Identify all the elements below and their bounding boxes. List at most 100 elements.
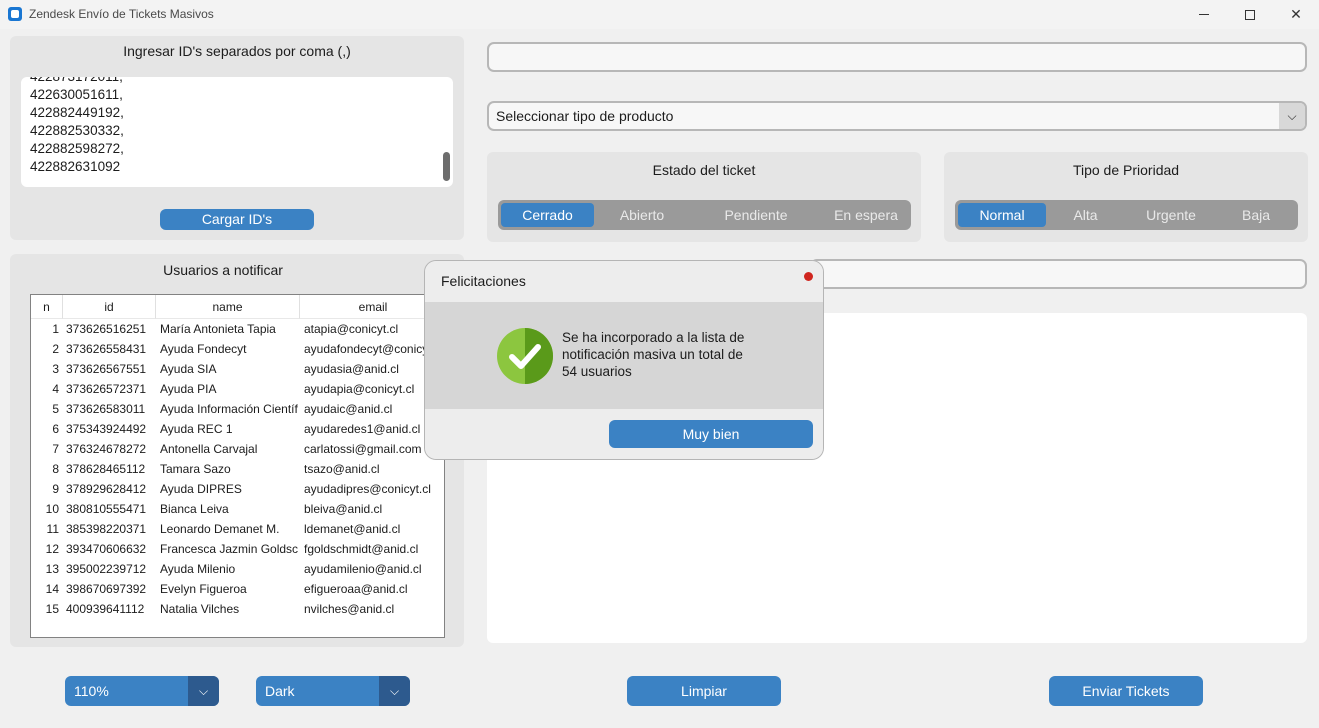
table-row[interactable]: 13 395002239712 Ayuda Milenio ayudamilenio@… bbox=[31, 559, 444, 579]
cell-email: nvilches@anid.cl bbox=[304, 602, 395, 616]
cell-id: 373626567551 bbox=[66, 362, 147, 376]
table-row[interactable]: 9 378929628412 Ayuda DIPRES ayudadipres@con… bbox=[31, 479, 444, 499]
dialog-message: Se ha incorporado a la lista de notifica… bbox=[562, 330, 745, 379]
status-segmented: Cerrado Abierto Pendiente En espera bbox=[498, 200, 911, 230]
cell-id: 393470606632 bbox=[66, 542, 147, 556]
cell-id: 375343924492 bbox=[66, 422, 147, 436]
cell-n: 5 bbox=[52, 402, 59, 416]
cell-name: Ayuda SIA bbox=[160, 362, 217, 376]
status-option-en-espera[interactable]: En espera bbox=[816, 203, 916, 227]
cell-n: 4 bbox=[52, 382, 59, 396]
chevron-down-icon[interactable]: ⌵ bbox=[188, 676, 219, 706]
table-row[interactable]: 10 380810555471 Bianca Leiva bleiva@anid.cl bbox=[31, 499, 444, 519]
col-header-n[interactable]: n bbox=[31, 295, 63, 319]
status-option-abierto[interactable]: Abierto bbox=[597, 203, 687, 227]
theme-dropdown[interactable]: Dark ⌵ bbox=[256, 676, 410, 706]
cell-email: fgoldschmidt@anid.cl bbox=[304, 542, 419, 556]
users-table[interactable]: n id name email 1 373626516251 María Anton… bbox=[30, 294, 445, 638]
col-header-name[interactable]: name bbox=[156, 295, 300, 319]
cell-name: Ayuda DIPRES bbox=[160, 482, 242, 496]
table-row[interactable]: 4 373626572371 Ayuda PIA ayudapia@conicyt.c… bbox=[31, 379, 444, 399]
cell-id: 373626516251 bbox=[66, 322, 147, 336]
cell-name: Ayuda Milenio bbox=[160, 562, 236, 576]
cell-id: 373626558431 bbox=[66, 342, 147, 356]
app-icon bbox=[8, 7, 22, 21]
col-header-id[interactable]: id bbox=[63, 295, 156, 319]
status-option-cerrado[interactable]: Cerrado bbox=[501, 203, 594, 227]
cell-n: 10 bbox=[45, 502, 59, 516]
dialog-header: Felicitaciones bbox=[425, 261, 823, 302]
table-row[interactable]: 2 373626558431 Ayuda Fondecyt ayudafondecyt… bbox=[31, 339, 444, 359]
priority-segmented: Normal Alta Urgente Baja bbox=[955, 200, 1298, 230]
cell-n: 15 bbox=[45, 602, 59, 616]
table-row[interactable]: 8 378628465112 Tamara Sazo tsazo@anid.cl bbox=[31, 459, 444, 479]
priority-option-baja[interactable]: Baja bbox=[1217, 203, 1295, 227]
ids-line: 422882631092 bbox=[30, 159, 121, 174]
chevron-down-icon[interactable]: ⌵ bbox=[379, 676, 410, 706]
cell-name: Francesca Jazmin Goldschmidt bbox=[160, 542, 298, 556]
ids-line: 422873172011, bbox=[30, 77, 124, 86]
secondary-input[interactable] bbox=[810, 259, 1307, 289]
cell-n: 1 bbox=[52, 322, 59, 336]
cell-email: ayudamilenio@anid.cl bbox=[304, 562, 422, 576]
success-dialog: Felicitaciones Se ha incorporado a la li… bbox=[424, 260, 824, 460]
cell-n: 12 bbox=[45, 542, 59, 556]
product-type-value: Seleccionar tipo de producto bbox=[496, 108, 674, 124]
table-row[interactable]: 7 376324678272 Antonella Carvajal carlatoss… bbox=[31, 439, 444, 459]
dialog-title: Felicitaciones bbox=[441, 273, 526, 289]
cell-name: Leonardo Demanet M. bbox=[160, 522, 280, 536]
title-bar: Zendesk Envío de Tickets Masivos ✕ bbox=[0, 0, 1319, 29]
window-title: Zendesk Envío de Tickets Masivos bbox=[29, 7, 214, 21]
status-panel: Estado del ticket Cerrado Abierto Pendie… bbox=[487, 152, 921, 242]
cell-name: Ayuda PIA bbox=[160, 382, 217, 396]
clear-button[interactable]: Limpiar bbox=[627, 676, 781, 706]
cell-n: 7 bbox=[52, 442, 59, 456]
cell-n: 8 bbox=[52, 462, 59, 476]
cell-n: 6 bbox=[52, 422, 59, 436]
zoom-dropdown[interactable]: 110% ⌵ bbox=[65, 676, 219, 706]
cell-name: Tamara Sazo bbox=[160, 462, 231, 476]
ids-panel-title: Ingresar ID's separados por coma (,) bbox=[123, 43, 351, 59]
dialog-footer: Muy bien bbox=[425, 409, 823, 459]
cell-name: Ayuda Información Científica bbox=[160, 402, 298, 416]
send-tickets-button[interactable]: Enviar Tickets bbox=[1049, 676, 1203, 706]
product-type-select[interactable]: Seleccionar tipo de producto ⌵ bbox=[487, 101, 1307, 131]
cell-email: efigueroaa@anid.cl bbox=[304, 582, 408, 596]
table-row[interactable]: 6 375343924492 Ayuda REC 1 ayudaredes1@anid… bbox=[31, 419, 444, 439]
ids-scrollbar[interactable] bbox=[443, 152, 450, 181]
table-row[interactable]: 5 373626583011 Ayuda Información Científic… bbox=[31, 399, 444, 419]
cell-id: 376324678272 bbox=[66, 442, 147, 456]
table-row[interactable]: 11 385398220371 Leonardo Demanet M. ldemane… bbox=[31, 519, 444, 539]
table-row[interactable]: 1 373626516251 María Antonieta Tapia atapia… bbox=[31, 319, 444, 339]
dialog-body: Se ha incorporado a la lista de notifica… bbox=[425, 302, 823, 409]
cell-id: 385398220371 bbox=[66, 522, 147, 536]
theme-value: Dark bbox=[265, 683, 295, 699]
subject-input[interactable] bbox=[487, 42, 1307, 72]
cell-name: Bianca Leiva bbox=[160, 502, 229, 516]
cell-n: 9 bbox=[52, 482, 59, 496]
load-ids-button[interactable]: Cargar ID's bbox=[160, 209, 314, 230]
dialog-close-icon[interactable] bbox=[804, 272, 813, 281]
cell-id: 378628465112 bbox=[66, 462, 146, 476]
priority-option-normal[interactable]: Normal bbox=[958, 203, 1046, 227]
table-row[interactable]: 14 398670697392 Evelyn Figueroa efigueroaa@… bbox=[31, 579, 444, 599]
cell-name: Ayuda Fondecyt bbox=[160, 342, 247, 356]
priority-option-urgente[interactable]: Urgente bbox=[1127, 203, 1215, 227]
status-option-pendiente[interactable]: Pendiente bbox=[697, 203, 815, 227]
close-button[interactable]: ✕ bbox=[1273, 0, 1319, 29]
cell-email: bleiva@anid.cl bbox=[304, 502, 383, 516]
table-row[interactable]: 15 400939641112 Natalia Vilches nvilches@an… bbox=[31, 599, 444, 619]
dialog-ok-button[interactable]: Muy bien bbox=[609, 420, 813, 448]
table-row[interactable]: 3 373626567551 Ayuda SIA ayudasia@anid.cl bbox=[31, 359, 444, 379]
priority-option-alta[interactable]: Alta bbox=[1048, 203, 1123, 227]
users-panel-title: Usuarios a notificar bbox=[163, 262, 283, 278]
priority-panel-title: Tipo de Prioridad bbox=[1072, 162, 1180, 178]
chevron-down-icon[interactable]: ⌵ bbox=[1279, 103, 1305, 129]
maximize-button[interactable] bbox=[1227, 0, 1273, 29]
minimize-button[interactable] bbox=[1181, 0, 1227, 29]
minimize-icon bbox=[1199, 14, 1209, 15]
table-row[interactable]: 12 393470606632 Francesca Jazmin Goldschmi… bbox=[31, 539, 444, 559]
ids-textbox[interactable]: 422873172011,422630051611, 422882449192, 4… bbox=[21, 77, 453, 187]
cell-email: ayudadipres@conicyt.cl bbox=[304, 482, 431, 496]
ids-line: 422630051611, bbox=[30, 87, 123, 102]
